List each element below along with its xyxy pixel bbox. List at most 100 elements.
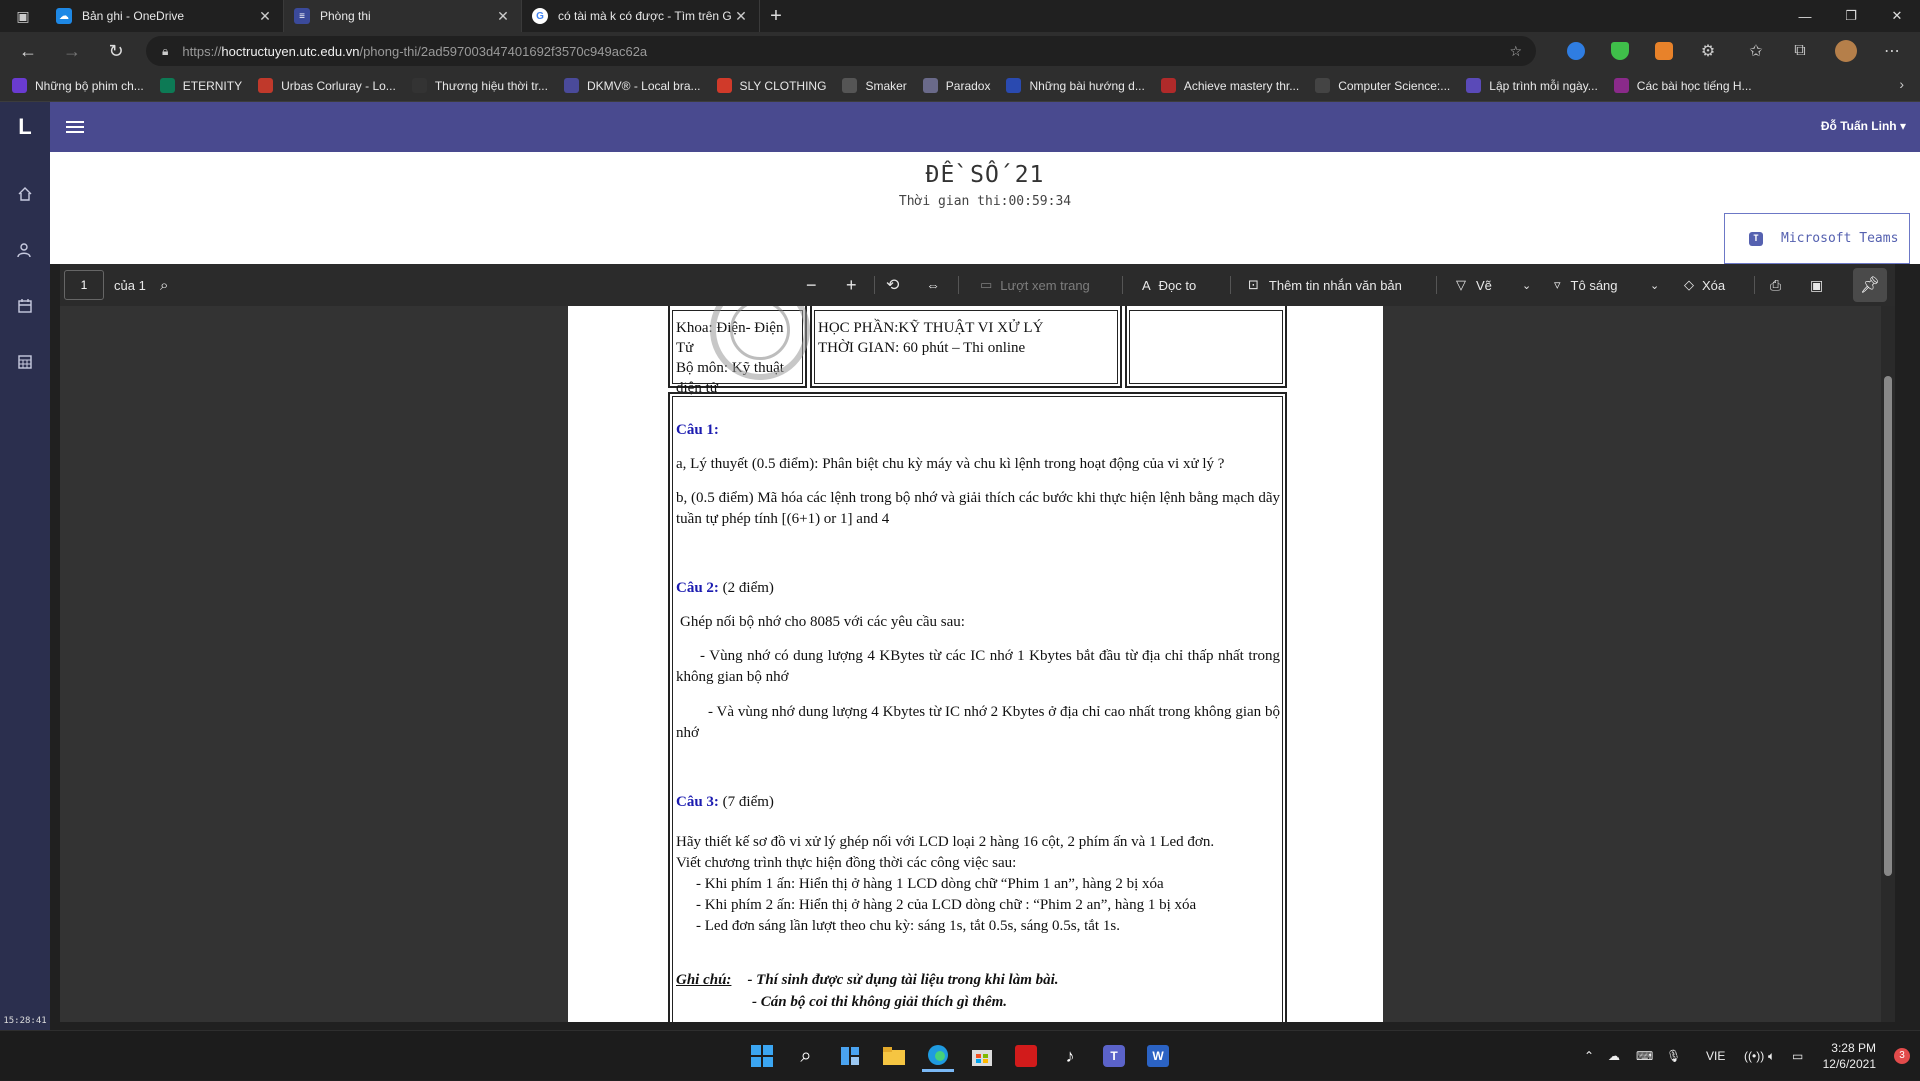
site-logo[interactable]: L [0,102,50,152]
show-hidden-icons[interactable]: ⌃ [1584,1031,1594,1081]
bookmark-icon [563,78,579,93]
rotate-icon[interactable]: ⟲ [886,264,899,306]
restore-icon[interactable]: ❐ [1828,0,1874,32]
back-icon[interactable]: ← [6,32,50,70]
read-aloud-button[interactable]: A Đọc to [1142,264,1196,306]
bookmark-item[interactable]: Những bài hướng d... [1006,78,1145,93]
highlight-icon: ▿ [1554,277,1561,292]
users-icon[interactable] [0,222,50,278]
search-icon[interactable]: ⌕ [790,1040,822,1072]
question-3-label: Câu 3: [676,794,719,810]
zoom-out-icon[interactable]: − [806,264,817,306]
more-menu-icon[interactable]: ⋯ [1872,32,1912,70]
print-icon[interactable]: ⎙ [1770,264,1781,306]
bookmark-icon [411,78,427,93]
microsoft-teams-button[interactable]: T Microsoft Teams [1724,213,1910,264]
close-tab-icon[interactable]: ✕ [733,8,749,25]
system-clock[interactable]: 3:28 PM 12/6/2021 [1823,1040,1876,1072]
search-icon[interactable]: ⌕ [160,264,168,306]
teams-app-icon[interactable]: T [1098,1040,1130,1072]
language-indicator[interactable]: VIE [1706,1031,1725,1081]
favorite-star-icon[interactable]: ☆ [1509,43,1522,60]
bookmark-item[interactable]: Paradox [922,78,991,93]
system-time: 3:28 PM [1831,1041,1876,1055]
scrollbar-thumb[interactable] [1884,376,1892,876]
draw-options-chevron-icon[interactable]: ⌄ [1522,264,1531,306]
home-icon[interactable] [0,166,50,222]
faculty-box: Khoa: Điện- Điện Tử Bộ môn: Kỹ thuật điệ… [668,306,810,396]
collections-icon[interactable]: ⧉ [1780,32,1820,70]
minimize-icon[interactable]: — [1782,0,1828,32]
highlight-button[interactable]: ▿ Tô sáng [1554,264,1618,306]
draw-button[interactable]: ▽ Vẽ [1456,264,1492,306]
lock-icon: 🔒︎ [162,43,169,58]
profile-avatar-icon[interactable] [1826,32,1866,70]
hamburger-menu-icon[interactable] [66,118,84,136]
google-icon: G [532,8,548,24]
bookmark-item[interactable]: Lập trình mỗi ngày... [1466,78,1598,93]
onedrive-tray-icon[interactable]: ☁ [1608,1031,1620,1081]
tab-actions-icon[interactable]: ▣ [0,0,46,32]
close-tab-icon[interactable]: ✕ [495,8,511,25]
widgets-icon[interactable] [834,1040,866,1072]
new-tab-button[interactable]: + [760,0,792,32]
tab-phong-thi[interactable]: ≡ Phòng thi ✕ [284,0,522,32]
battery-icon[interactable]: ▭ [1792,1031,1803,1081]
bookmark-label: Smaker [865,78,907,93]
acrobat-reader-icon[interactable] [1010,1040,1042,1072]
fox-extension-icon[interactable] [1644,32,1684,70]
volume-icon[interactable]: 🔈︎ [1768,1031,1775,1081]
extensions-icon[interactable]: ⚙ [1688,32,1728,70]
bookmark-icon [258,78,274,93]
bookmark-item[interactable]: Những bộ phim ch... [12,78,144,93]
edge-extension-icon[interactable] [1556,32,1596,70]
favorites-icon[interactable]: ✩ [1736,32,1776,70]
pdf-toolbar: 1 của 1 ⌕ − + ⟲ ⇔ ▭ Lượt xem trang A Đọc t… [60,264,1895,306]
close-window-icon[interactable]: ✕ [1874,0,1920,32]
save-icon[interactable]: ▣ [1810,264,1823,306]
keyboard-icon[interactable]: ⌨ [1636,1031,1653,1081]
bookmark-item[interactable]: Smaker [842,78,907,93]
microsoft-store-icon[interactable] [966,1040,998,1072]
pdf-page-area[interactable]: Khoa: Điện- Điện Tử Bộ môn: Kỹ thuật điệ… [60,306,1895,1022]
page-view-button[interactable]: ▭ Lượt xem trang [980,264,1090,306]
pin-toolbar-button[interactable]: 📌︎ [1853,268,1887,302]
notification-badge[interactable]: 3 [1894,1048,1910,1064]
url-bar[interactable]: 🔒︎ https://hoctructuyen.utc.edu.vn/phong… [146,36,1536,66]
user-menu[interactable]: Đỗ Tuấn Linh ▾ [1821,119,1906,133]
tab-onedrive[interactable]: ☁ Bản ghi - OneDrive ✕ [46,0,284,32]
edge-browser-icon[interactable] [922,1040,954,1072]
zoom-in-icon[interactable]: + [846,264,857,306]
tab-google[interactable]: G có tài mà k có được - Tìm trên G ✕ [522,0,760,32]
refresh-icon[interactable]: ↻ [94,32,138,70]
shield-extension-icon[interactable] [1600,32,1640,70]
wifi-icon[interactable]: ((•)) [1744,1031,1764,1081]
microphone-icon[interactable]: 🎙︎ [1666,1031,1681,1081]
start-icon[interactable] [746,1040,778,1072]
page-number-input[interactable]: 1 [64,270,104,300]
bookmark-item[interactable]: Achieve mastery thr... [1160,78,1299,93]
pdf-scrollbar[interactable] [1881,306,1895,1022]
tiktok-icon[interactable]: ♪ [1054,1040,1086,1072]
word-app-icon[interactable]: W [1142,1040,1174,1072]
bookmark-item[interactable]: Các bài học tiếng H... [1613,78,1752,93]
bookmark-item[interactable]: Urbas Corluray - Lo... [258,78,396,93]
grid-calendar-icon[interactable] [0,334,50,390]
highlight-options-chevron-icon[interactable]: ⌄ [1650,264,1659,306]
bookmarks-overflow-icon[interactable]: › [1899,76,1904,92]
bookmark-item[interactable]: SLY CLOTHING [716,78,826,93]
calendar-icon[interactable] [0,278,50,334]
fit-page-icon[interactable]: ⇔ [926,264,940,306]
add-text-button[interactable]: ⊡ Thêm tin nhắn văn bản [1248,264,1402,306]
bookmark-item[interactable]: Thương hiệu thời tr... [411,78,548,93]
forward-icon[interactable]: → [50,32,94,70]
bookmark-label: Paradox [945,78,991,93]
bookmark-item[interactable]: ETERNITY [159,78,242,93]
bookmark-item[interactable]: DKMV® - Local bra... [563,78,701,93]
erase-button[interactable]: ◇ Xóa [1684,264,1725,306]
close-tab-icon[interactable]: ✕ [257,8,273,25]
bookmark-item[interactable]: Computer Science:... [1315,78,1450,93]
url-host: hoctructuyen.utc.edu.vn [221,43,360,59]
file-explorer-icon[interactable] [878,1040,910,1072]
question-2b: - Và vùng nhớ dung lượng 4 Kbytes từ IC … [676,704,1280,741]
